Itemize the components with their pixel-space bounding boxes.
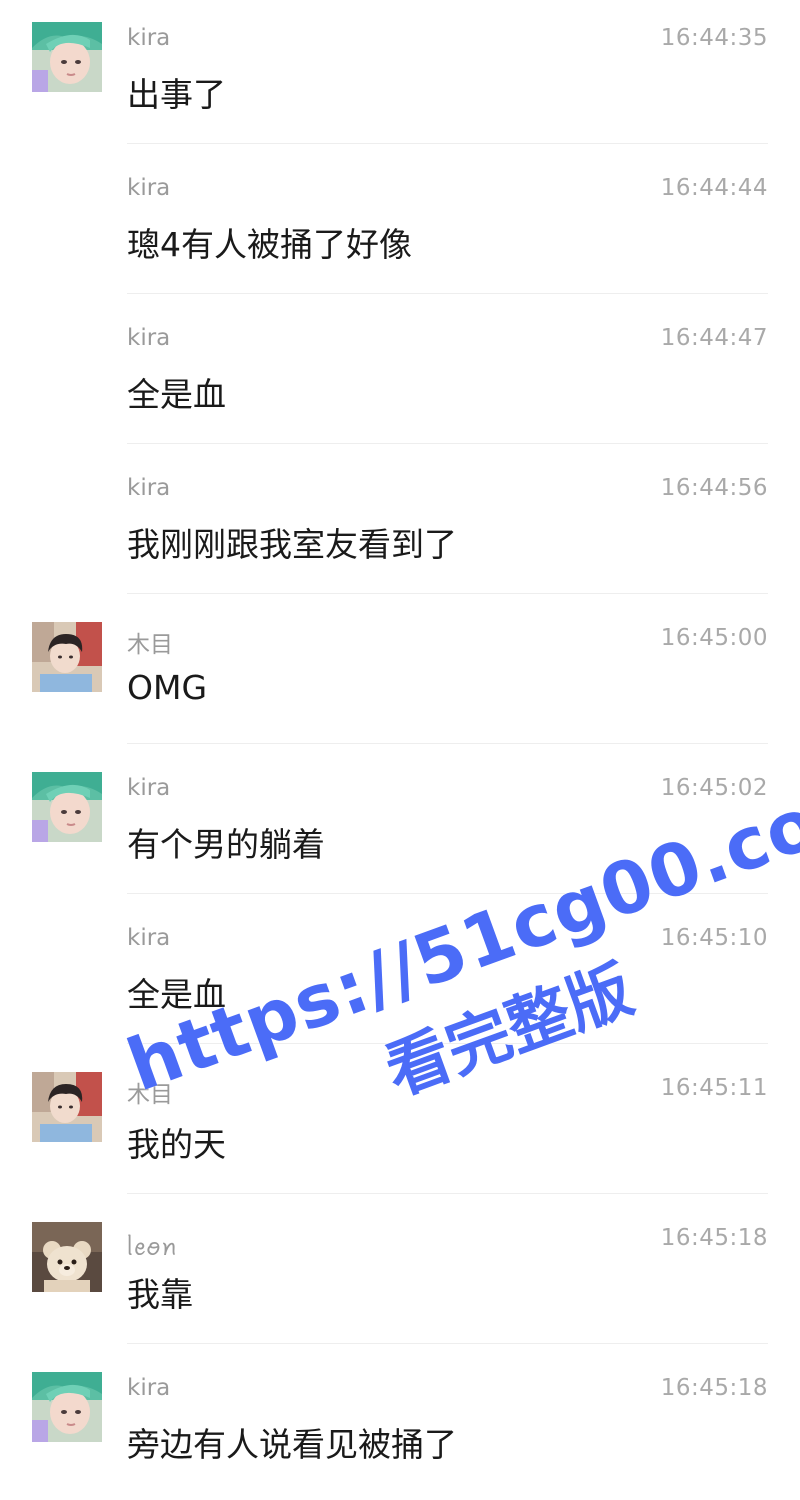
message-sender: 木目 <box>127 632 173 658</box>
message-text: 我的天 <box>127 1125 226 1164</box>
chat-message[interactable]: kira 16:45:02 有个男的躺着 <box>0 750 800 900</box>
message-timestamp: 16:45:02 <box>660 775 768 801</box>
message-divider <box>127 743 768 744</box>
message-timestamp: 16:44:44 <box>660 175 768 201</box>
message-divider <box>127 1043 768 1044</box>
message-text: 全是血 <box>127 975 226 1014</box>
boy-selfie-avatar[interactable] <box>32 1072 102 1142</box>
message-timestamp: 16:44:47 <box>660 325 768 351</box>
chat-message[interactable]: 木目 16:45:11 我的天 <box>0 1050 800 1200</box>
message-sender: kira <box>127 925 171 951</box>
boy-selfie-avatar[interactable] <box>32 622 102 692</box>
message-divider <box>127 1193 768 1194</box>
message-divider <box>127 1343 768 1344</box>
message-divider <box>127 593 768 594</box>
message-text: 我刚刚跟我室友看到了 <box>127 525 457 564</box>
message-text: 旁边有人说看见被捅了 <box>127 1425 457 1464</box>
message-sender: kira <box>127 325 171 351</box>
message-sender: ᥣꫀꪮꪀ <box>127 1235 178 1261</box>
message-sender: 木目 <box>127 1082 173 1108</box>
message-text: 有个男的躺着 <box>127 825 325 864</box>
message-timestamp: 16:45:18 <box>660 1225 768 1251</box>
message-text: 出事了 <box>127 75 226 114</box>
chat-message[interactable]: kira 16:45:18 旁边有人说看见被捅了 <box>0 1350 800 1500</box>
message-timestamp: 16:45:10 <box>660 925 768 951</box>
message-divider <box>127 293 768 294</box>
message-text: 全是血 <box>127 375 226 414</box>
message-timestamp: 16:45:18 <box>660 1375 768 1401</box>
message-text: 璁4有人被捅了好像 <box>127 225 412 264</box>
message-sender: kira <box>127 475 171 501</box>
green-hair-girl-avatar[interactable] <box>32 1372 102 1442</box>
message-sender: kira <box>127 1375 171 1401</box>
message-timestamp: 16:44:56 <box>660 475 768 501</box>
chat-message[interactable]: kira 16:44:35 出事了 <box>0 0 800 150</box>
message-text: OMG <box>127 668 208 707</box>
message-sender: kira <box>127 25 171 51</box>
message-divider <box>127 143 768 144</box>
chat-message[interactable]: kira 16:44:44 璁4有人被捅了好像 <box>0 150 800 300</box>
message-timestamp: 16:45:11 <box>660 1075 768 1101</box>
green-hair-girl-avatar[interactable] <box>32 22 102 92</box>
teddy-bear-avatar[interactable] <box>32 1222 102 1292</box>
message-timestamp: 16:45:00 <box>660 625 768 651</box>
message-divider <box>127 443 768 444</box>
chat-message[interactable]: kira 16:44:56 我刚刚跟我室友看到了 <box>0 450 800 600</box>
chat-message[interactable]: ᥣꫀꪮꪀ 16:45:18 我靠 <box>0 1200 800 1350</box>
message-text: 我靠 <box>127 1275 193 1314</box>
message-timestamp: 16:44:35 <box>660 25 768 51</box>
message-sender: kira <box>127 775 171 801</box>
message-divider <box>127 893 768 894</box>
green-hair-girl-avatar[interactable] <box>32 772 102 842</box>
message-sender: kira <box>127 175 171 201</box>
chat-message[interactable]: kira 16:45:10 全是血 <box>0 900 800 1050</box>
chat-message[interactable]: 木目 16:45:00 OMG <box>0 600 800 750</box>
chat-message[interactable]: kira 16:44:47 全是血 <box>0 300 800 450</box>
